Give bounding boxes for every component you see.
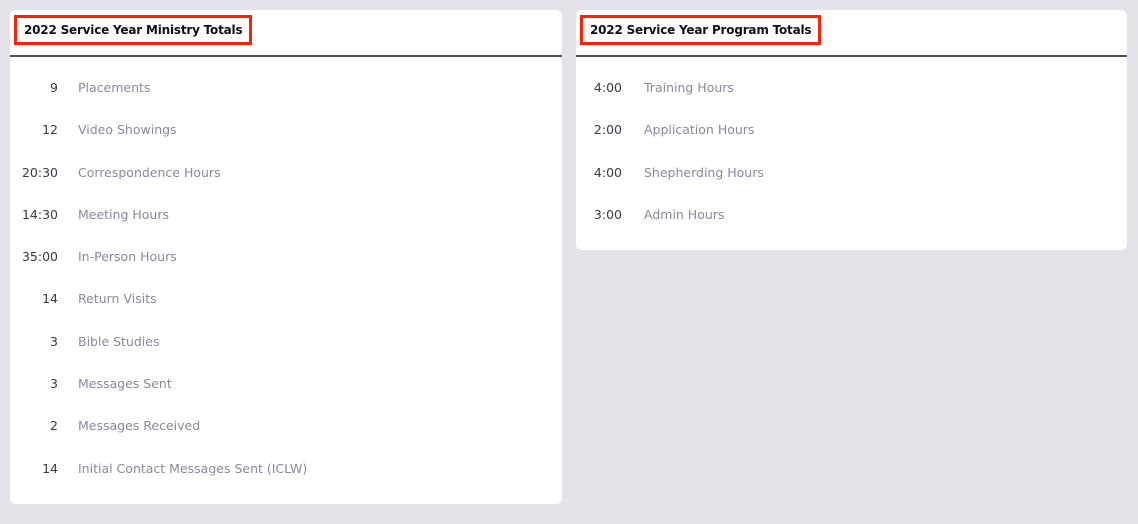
- ministry-row-label: Bible Studies: [78, 333, 160, 349]
- ministry-totals-card: 2022 Service Year Ministry Totals 9 Plac…: [10, 10, 562, 504]
- ministry-totals-title: 2022 Service Year Ministry Totals: [14, 15, 253, 45]
- ministry-row-value: 12: [42, 122, 58, 138]
- ministry-row-label: Meeting Hours: [78, 206, 169, 222]
- program-row-shepherding-hours: 4:00 Shepherding Hours: [576, 154, 1127, 196]
- ministry-row-label: Video Showings: [78, 122, 177, 138]
- program-row-label: Training Hours: [644, 80, 734, 95]
- program-row-training-hours: 4:00 Training Hours: [576, 69, 1127, 111]
- ministry-row-value: 20:30: [21, 164, 58, 180]
- program-row-value: 4:00: [593, 80, 622, 95]
- ministry-row-value: 3: [50, 376, 58, 392]
- ministry-row-label: Messages Received: [78, 418, 201, 434]
- ministry-row-value: 2: [50, 418, 58, 434]
- program-row-label: Application Hours: [644, 122, 755, 138]
- program-totals-card: 2022 Service Year Program Totals 4:00 Tr…: [576, 10, 1127, 250]
- ministry-row-value: 35:00: [21, 249, 58, 265]
- ministry-row-label: In-Person Hours: [78, 249, 177, 265]
- program-totals-header: 2022 Service Year Program Totals: [576, 10, 1127, 57]
- program-row-admin-hours: 3:00 Admin Hours: [576, 196, 1127, 238]
- ministry-row-value: 3: [50, 333, 58, 349]
- program-row-value: 2:00: [593, 122, 622, 138]
- ministry-row-label: Placements: [78, 80, 151, 95]
- ministry-row-messages-received: 2 Messages Received: [10, 407, 562, 449]
- ministry-row-label: Initial Contact Messages Sent (ICLW): [78, 460, 308, 476]
- ministry-row-initial-contact-messages: 14 Initial Contact Messages Sent (ICLW): [10, 450, 562, 492]
- ministry-row-value: 14: [42, 291, 58, 307]
- ministry-row-label: Correspondence Hours: [78, 164, 221, 180]
- ministry-row-label: Messages Sent: [78, 376, 172, 392]
- ministry-row-messages-sent: 3 Messages Sent: [10, 365, 562, 407]
- ministry-row-return-visits: 14 Return Visits: [10, 280, 562, 322]
- program-totals-title: 2022 Service Year Program Totals: [580, 15, 822, 45]
- ministry-totals-list: 9 Placements 12 Video Showings 20:30 Cor…: [10, 69, 562, 492]
- ministry-row-label: Return Visits: [78, 291, 157, 307]
- program-totals-list: 4:00 Training Hours 2:00 Application Hou…: [576, 69, 1127, 238]
- ministry-row-bible-studies: 3 Bible Studies: [10, 323, 562, 365]
- program-row-label: Admin Hours: [644, 206, 725, 222]
- program-row-application-hours: 2:00 Application Hours: [576, 111, 1127, 153]
- ministry-row-value: 14:30: [21, 206, 58, 222]
- program-row-label: Shepherding Hours: [644, 164, 764, 180]
- ministry-row-placements: 9 Placements: [10, 69, 562, 111]
- ministry-totals-header: 2022 Service Year Ministry Totals: [10, 10, 562, 57]
- ministry-row-value: 14: [42, 460, 58, 476]
- program-row-value: 3:00: [593, 206, 622, 222]
- ministry-row-meeting-hours: 14:30 Meeting Hours: [10, 196, 562, 238]
- ministry-row-value: 9: [50, 80, 58, 95]
- ministry-row-video-showings: 12 Video Showings: [10, 111, 562, 153]
- ministry-row-in-person-hours: 35:00 In-Person Hours: [10, 238, 562, 280]
- ministry-row-correspondence-hours: 20:30 Correspondence Hours: [10, 154, 562, 196]
- program-row-value: 4:00: [593, 164, 622, 180]
